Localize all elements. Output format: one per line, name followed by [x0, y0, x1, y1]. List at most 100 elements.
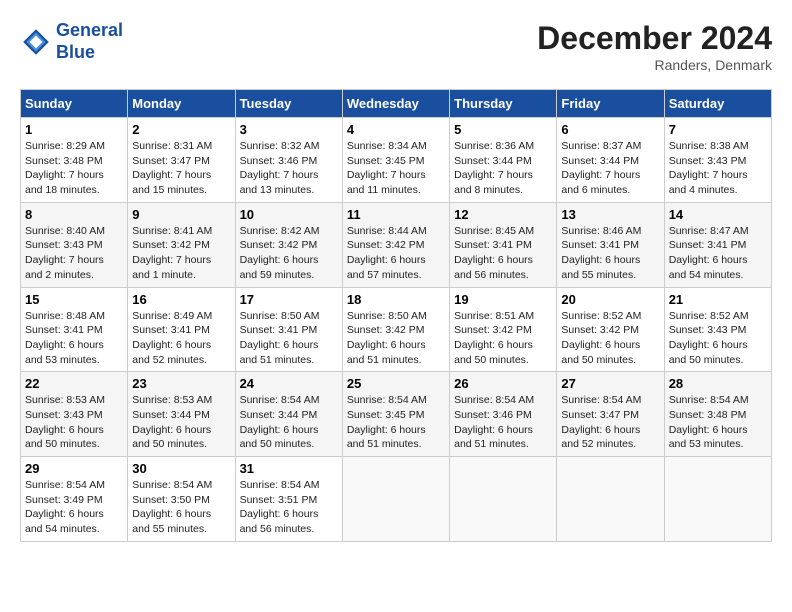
day-cell: 30 Sunrise: 8:54 AMSunset: 3:50 PMDayligh…: [128, 457, 235, 542]
day-number: 11: [347, 207, 445, 222]
calendar-body: 1 Sunrise: 8:29 AMSunset: 3:48 PMDaylight…: [21, 118, 772, 542]
day-cell: 11Sunrise: 8:44 AMSunset: 3:42 PMDayligh…: [342, 202, 449, 287]
day-number: 25: [347, 376, 445, 391]
day-number: 31: [240, 461, 338, 476]
logo-text: General Blue: [56, 20, 123, 63]
day-cell: 27 Sunrise: 8:54 AMSunset: 3:47 PMDayligh…: [557, 372, 664, 457]
calendar-table: SundayMondayTuesdayWednesdayThursdayFrid…: [20, 89, 772, 542]
title-block: December 2024 Randers, Denmark: [537, 20, 772, 73]
day-number: 10: [240, 207, 338, 222]
day-detail: Sunrise: 8:54 AMSunset: 3:46 PMDaylight:…: [454, 394, 534, 450]
day-number: 8: [25, 207, 123, 222]
day-number: 3: [240, 122, 338, 137]
day-detail: Sunrise: 8:53 AMSunset: 3:43 PMDaylight:…: [25, 394, 105, 450]
page-header: General Blue December 2024 Randers, Denm…: [20, 20, 772, 73]
day-detail: Sunrise: 8:51 AMSunset: 3:42 PMDaylight:…: [454, 310, 534, 366]
month-title: December 2024: [537, 20, 772, 57]
day-detail: Sunrise: 8:54 AMSunset: 3:50 PMDaylight:…: [132, 479, 212, 535]
day-cell: 8 Sunrise: 8:40 AMSunset: 3:43 PMDaylight…: [21, 202, 128, 287]
day-number: 16: [132, 292, 230, 307]
col-header-saturday: Saturday: [664, 90, 771, 118]
day-cell: [342, 457, 449, 542]
week-row-5: 29Sunrise: 8:54 AMSunset: 3:49 PMDayligh…: [21, 457, 772, 542]
day-detail: Sunrise: 8:50 AMSunset: 3:42 PMDaylight:…: [347, 310, 427, 366]
day-number: 23: [132, 376, 230, 391]
day-cell: 4Sunrise: 8:34 AMSunset: 3:45 PMDaylight…: [342, 118, 449, 203]
day-detail: Sunrise: 8:45 AMSunset: 3:41 PMDaylight:…: [454, 225, 534, 281]
col-header-sunday: Sunday: [21, 90, 128, 118]
day-cell: 6Sunrise: 8:37 AMSunset: 3:44 PMDaylight…: [557, 118, 664, 203]
day-number: 24: [240, 376, 338, 391]
logo: General Blue: [20, 20, 123, 63]
day-cell: 31 Sunrise: 8:54 AMSunset: 3:51 PMDayligh…: [235, 457, 342, 542]
day-detail: Sunrise: 8:46 AMSunset: 3:41 PMDaylight:…: [561, 225, 641, 281]
day-cell: 20 Sunrise: 8:52 AMSunset: 3:42 PMDayligh…: [557, 287, 664, 372]
day-number: 5: [454, 122, 552, 137]
day-detail: Sunrise: 8:54 AMSunset: 3:47 PMDaylight:…: [561, 394, 641, 450]
day-cell: [664, 457, 771, 542]
location: Randers, Denmark: [537, 57, 772, 73]
day-cell: 7 Sunrise: 8:38 AMSunset: 3:43 PMDaylight…: [664, 118, 771, 203]
day-cell: 28Sunrise: 8:54 AMSunset: 3:48 PMDayligh…: [664, 372, 771, 457]
logo-line2: Blue: [56, 42, 95, 62]
day-detail: Sunrise: 8:40 AMSunset: 3:43 PMDaylight:…: [25, 225, 105, 281]
day-cell: 14 Sunrise: 8:47 AMSunset: 3:41 PMDayligh…: [664, 202, 771, 287]
day-number: 30: [132, 461, 230, 476]
day-number: 13: [561, 207, 659, 222]
day-cell: 9Sunrise: 8:41 AMSunset: 3:42 PMDaylight…: [128, 202, 235, 287]
day-number: 20: [561, 292, 659, 307]
day-cell: 15 Sunrise: 8:48 AMSunset: 3:41 PMDayligh…: [21, 287, 128, 372]
day-cell: 10 Sunrise: 8:42 AMSunset: 3:42 PMDayligh…: [235, 202, 342, 287]
day-number: 27: [561, 376, 659, 391]
column-headers: SundayMondayTuesdayWednesdayThursdayFrid…: [21, 90, 772, 118]
day-cell: 1 Sunrise: 8:29 AMSunset: 3:48 PMDaylight…: [21, 118, 128, 203]
day-number: 6: [561, 122, 659, 137]
day-number: 17: [240, 292, 338, 307]
day-number: 7: [669, 122, 767, 137]
day-detail: Sunrise: 8:38 AMSunset: 3:43 PMDaylight:…: [669, 140, 749, 196]
week-row-4: 22Sunrise: 8:53 AMSunset: 3:43 PMDayligh…: [21, 372, 772, 457]
week-row-2: 8 Sunrise: 8:40 AMSunset: 3:43 PMDaylight…: [21, 202, 772, 287]
day-detail: Sunrise: 8:32 AMSunset: 3:46 PMDaylight:…: [240, 140, 320, 196]
day-detail: Sunrise: 8:29 AMSunset: 3:48 PMDaylight:…: [25, 140, 105, 196]
day-detail: Sunrise: 8:34 AMSunset: 3:45 PMDaylight:…: [347, 140, 427, 196]
day-detail: Sunrise: 8:31 AMSunset: 3:47 PMDaylight:…: [132, 140, 212, 196]
day-cell: [450, 457, 557, 542]
day-detail: Sunrise: 8:42 AMSunset: 3:42 PMDaylight:…: [240, 225, 320, 281]
day-cell: 2Sunrise: 8:31 AMSunset: 3:47 PMDaylight…: [128, 118, 235, 203]
day-cell: 3 Sunrise: 8:32 AMSunset: 3:46 PMDaylight…: [235, 118, 342, 203]
day-cell: 21 Sunrise: 8:52 AMSunset: 3:43 PMDayligh…: [664, 287, 771, 372]
day-number: 12: [454, 207, 552, 222]
col-header-friday: Friday: [557, 90, 664, 118]
day-number: 14: [669, 207, 767, 222]
day-cell: [557, 457, 664, 542]
day-number: 19: [454, 292, 552, 307]
day-cell: 24Sunrise: 8:54 AMSunset: 3:44 PMDayligh…: [235, 372, 342, 457]
logo-icon: [20, 26, 52, 58]
day-number: 1: [25, 122, 123, 137]
day-detail: Sunrise: 8:53 AMSunset: 3:44 PMDaylight:…: [132, 394, 212, 450]
logo-line1: General: [56, 20, 123, 40]
day-detail: Sunrise: 8:47 AMSunset: 3:41 PMDaylight:…: [669, 225, 749, 281]
day-detail: Sunrise: 8:48 AMSunset: 3:41 PMDaylight:…: [25, 310, 105, 366]
day-number: 9: [132, 207, 230, 222]
day-cell: 16 Sunrise: 8:49 AMSunset: 3:41 PMDayligh…: [128, 287, 235, 372]
day-number: 15: [25, 292, 123, 307]
day-cell: 29Sunrise: 8:54 AMSunset: 3:49 PMDayligh…: [21, 457, 128, 542]
day-detail: Sunrise: 8:49 AMSunset: 3:41 PMDaylight:…: [132, 310, 212, 366]
day-number: 18: [347, 292, 445, 307]
day-cell: 26Sunrise: 8:54 AMSunset: 3:46 PMDayligh…: [450, 372, 557, 457]
col-header-thursday: Thursday: [450, 90, 557, 118]
day-number: 21: [669, 292, 767, 307]
day-detail: Sunrise: 8:52 AMSunset: 3:43 PMDaylight:…: [669, 310, 749, 366]
col-header-tuesday: Tuesday: [235, 90, 342, 118]
day-detail: Sunrise: 8:50 AMSunset: 3:41 PMDaylight:…: [240, 310, 320, 366]
day-cell: 19 Sunrise: 8:51 AMSunset: 3:42 PMDayligh…: [450, 287, 557, 372]
day-detail: Sunrise: 8:36 AMSunset: 3:44 PMDaylight:…: [454, 140, 534, 196]
day-detail: Sunrise: 8:52 AMSunset: 3:42 PMDaylight:…: [561, 310, 641, 366]
day-detail: Sunrise: 8:54 AMSunset: 3:51 PMDaylight:…: [240, 479, 320, 535]
day-cell: 23 Sunrise: 8:53 AMSunset: 3:44 PMDayligh…: [128, 372, 235, 457]
col-header-wednesday: Wednesday: [342, 90, 449, 118]
week-row-1: 1 Sunrise: 8:29 AMSunset: 3:48 PMDaylight…: [21, 118, 772, 203]
day-detail: Sunrise: 8:54 AMSunset: 3:49 PMDaylight:…: [25, 479, 105, 535]
